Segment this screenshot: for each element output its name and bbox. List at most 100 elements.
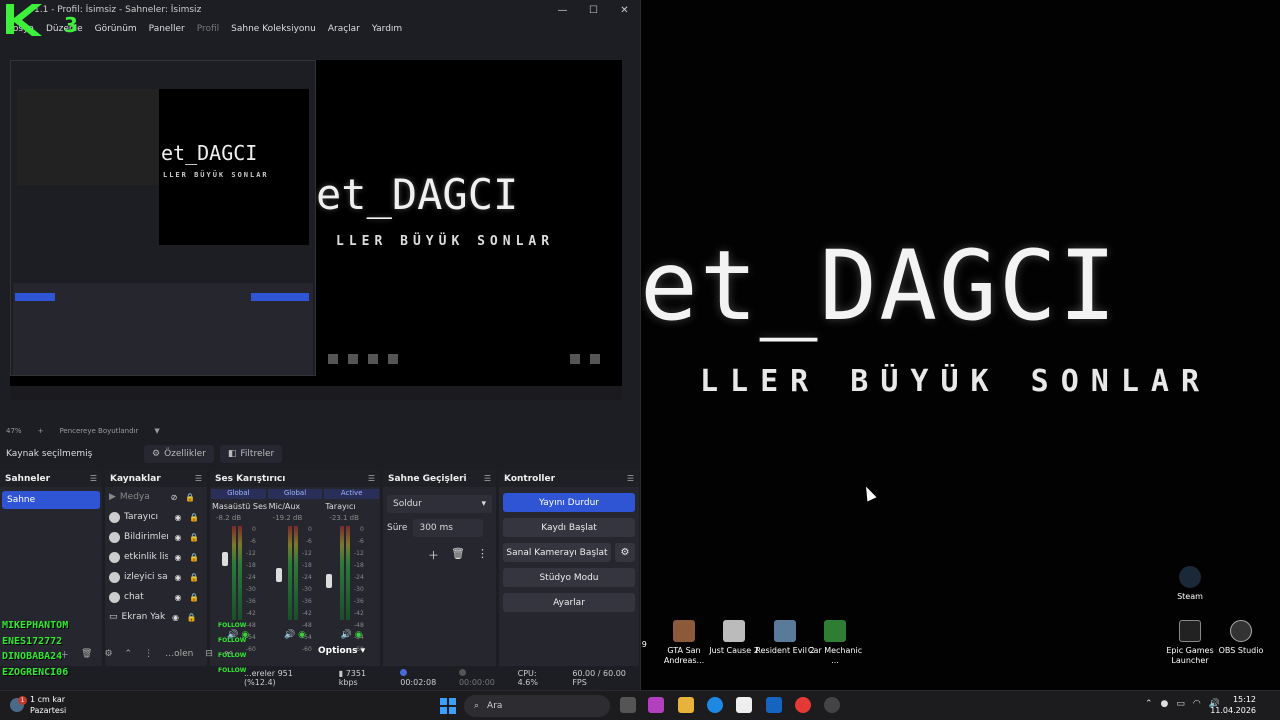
mail-icon[interactable] [766, 697, 782, 713]
fps: 60.00 / 60.00 FPS [572, 669, 626, 687]
add-icon[interactable]: ＋ [428, 547, 439, 563]
start-virtual-camera-button[interactable]: Sanal Kamerayı Başlat [503, 543, 611, 562]
db-scale-tick: -42 [302, 610, 312, 617]
menu-icon[interactable]: ☰ [368, 474, 375, 483]
stop-stream-button[interactable]: Yayını Durdur [503, 493, 635, 512]
windows-start-icon[interactable] [440, 698, 456, 714]
chevron-up-icon[interactable]: ⌃ [1145, 699, 1153, 709]
channel-name[interactable]: Mic/Aux [267, 502, 324, 511]
filters-button[interactable]: ◧ Filtreler [219, 445, 283, 463]
maximize-button[interactable]: ☐ [578, 0, 609, 20]
menu-scene-collection[interactable]: Sahne Koleksiyonu [231, 24, 316, 34]
start-recording-button[interactable]: Kaydı Başlat [503, 518, 635, 537]
source-row[interactable]: izleyici say ◉ 🔒 [105, 567, 207, 587]
desktop-icon-obs[interactable]: OBS Studio [1209, 620, 1273, 656]
eye-off-icon[interactable]: ⊘ [168, 493, 180, 502]
menu-tools[interactable]: Araçlar [328, 24, 360, 34]
chrome-icon[interactable] [795, 697, 811, 713]
lock-icon[interactable]: 🔒 [188, 593, 200, 602]
source-name: Bildirimler [124, 532, 168, 542]
obs-icon [1230, 620, 1252, 642]
zoom-in-button[interactable]: + [38, 427, 44, 435]
desktop-icon-label: Car Mechanic ... [807, 646, 863, 665]
lock-icon[interactable]: 🔒 [188, 553, 200, 562]
menu-icon[interactable]: ☰ [627, 474, 634, 483]
nested-stop-button [251, 293, 309, 301]
follow-tag: FOLLOW [218, 652, 247, 659]
desktop-icon-car-mechanic[interactable]: Car Mechanic ... [803, 620, 867, 666]
volume-slider[interactable] [276, 568, 282, 582]
menu-profile[interactable]: Profil [197, 24, 219, 34]
weather-widget[interactable]: 1 1 cm kar Pazartesi [10, 694, 66, 716]
close-button[interactable]: ✕ [609, 0, 640, 20]
wifi-icon[interactable]: ◠ [1193, 699, 1201, 709]
resize-to-window[interactable]: Pencereye Boyutlandır [59, 427, 138, 435]
volume-slider[interactable] [222, 552, 228, 566]
lock-icon[interactable]: 🔒 [188, 573, 200, 582]
options-button[interactable]: Options ▾ [318, 646, 365, 656]
duration-label: Süre [387, 523, 408, 533]
preview-taskbar [10, 386, 622, 400]
eye-icon[interactable]: ◉ [172, 593, 184, 602]
trash-icon[interactable]: 🗑 [451, 547, 465, 563]
clock[interactable]: 15:12 11.04.2026 [1210, 694, 1256, 716]
nested-scene-highlight [15, 293, 55, 301]
network-icon[interactable]: ▭ [1176, 699, 1185, 709]
menu-view[interactable]: Görünüm [95, 24, 137, 34]
channel-name[interactable]: Masaüstü Ses [210, 502, 267, 511]
studio-mode-button[interactable]: Stüdyo Modu [503, 568, 635, 587]
menu-icon[interactable]: ☰ [484, 474, 491, 483]
task-view-icon[interactable] [620, 697, 636, 713]
mixer-header: Ses Karıştırıcı [215, 473, 286, 484]
mixer-tab[interactable]: Global [267, 489, 323, 499]
scene-item[interactable]: Sahne [2, 491, 100, 509]
just-cause-icon [723, 620, 745, 642]
mixer-tab[interactable]: Active [324, 489, 380, 499]
preview-canvas[interactable]: et_DAGCI LLER BÜYÜK SONLAR et_DAGCI LLER… [10, 60, 622, 400]
chevron-down-icon[interactable]: ▼ [154, 427, 159, 435]
settings-button[interactable]: Ayarlar [503, 593, 635, 612]
source-row[interactable]: Bildirimler ◉ 🔒 [105, 527, 207, 547]
copilot-icon[interactable] [648, 697, 664, 713]
duration-input[interactable]: 300 ms [413, 519, 484, 537]
gear-icon[interactable]: ⚙ [615, 543, 635, 562]
edge-icon[interactable] [707, 697, 723, 713]
eye-icon[interactable]: ◉ [172, 513, 184, 522]
nested-preview-black [159, 89, 309, 245]
menu-help[interactable]: Yardım [372, 24, 402, 34]
db-scale-tick: -24 [246, 574, 256, 581]
source-row[interactable]: Tarayıcı ◉ 🔒 [105, 507, 207, 527]
eye-icon[interactable]: ◉ [172, 553, 184, 562]
mute-icon[interactable]: 🔊 ◉ [284, 630, 306, 640]
menu-docks[interactable]: Paneller [149, 24, 185, 34]
volume-slider[interactable] [326, 574, 332, 588]
minimize-button[interactable]: — [547, 0, 578, 20]
source-row[interactable]: etkinlik lis ◉ 🔒 [105, 547, 207, 567]
steam-tray-icon[interactable]: ● [1161, 699, 1169, 709]
lock-icon[interactable]: 🔒 [188, 513, 200, 522]
search-input[interactable]: ⌕ Ara [464, 695, 610, 717]
eye-icon[interactable]: ◉ [172, 573, 184, 582]
lock-icon[interactable]: 🔒 [188, 533, 200, 542]
eye-icon[interactable]: ◉ [172, 533, 184, 542]
file-explorer-icon[interactable] [678, 697, 694, 713]
channel-name[interactable]: Tarayıcı [323, 502, 380, 511]
properties-button[interactable]: ⚙ Özellikler [144, 445, 214, 463]
store-icon[interactable] [736, 697, 752, 713]
car-mechanic-icon [824, 620, 846, 642]
mixer-tab[interactable]: Global [211, 489, 266, 499]
db-scale-tick: -12 [246, 550, 256, 557]
source-row[interactable]: ▶ Medya ⊘ 🔒 [105, 487, 207, 507]
obs-taskbar-icon[interactable] [824, 697, 840, 713]
menu-icon[interactable]: ☰ [195, 474, 202, 483]
lock-icon[interactable]: 🔒 [184, 493, 196, 502]
transition-select[interactable]: Soldur ▾ [387, 495, 492, 513]
more-icon[interactable]: ⋮ [477, 547, 488, 563]
preview-desktop-icons-right [570, 354, 600, 364]
menu-icon[interactable]: ☰ [90, 474, 97, 483]
desktop-icon-steam[interactable]: Steam [1158, 566, 1222, 602]
mute-icon[interactable]: 🔊 ◉ [341, 630, 363, 640]
db-scale-tick: -12 [302, 550, 312, 557]
source-row[interactable]: chat ◉ 🔒 [105, 587, 207, 607]
channel-db: -23.1 dB [329, 514, 359, 522]
